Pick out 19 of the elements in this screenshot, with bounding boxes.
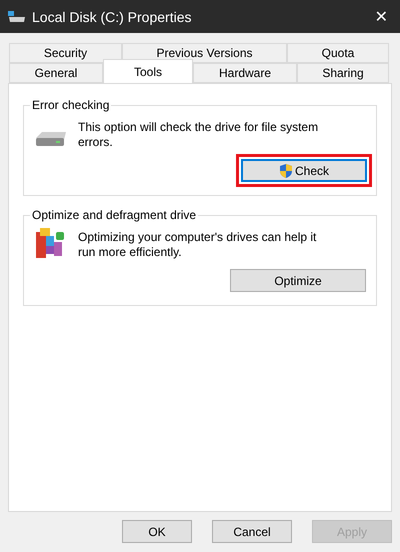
tab[interactable]: Quota: [287, 43, 389, 63]
dialog-button[interactable]: OK: [122, 520, 192, 543]
close-button[interactable]: ✕: [370, 7, 392, 26]
tab[interactable]: Sharing: [297, 63, 389, 83]
dialog-button[interactable]: Cancel: [212, 520, 292, 543]
window-title: Local Disk (C:) Properties: [32, 8, 192, 24]
tab[interactable]: Tools: [103, 59, 193, 83]
action-button[interactable]: Optimize: [230, 269, 366, 292]
description-text: This option will check the drive for file system errors.: [78, 120, 320, 150]
group-title: Optimize and defragment drive: [31, 208, 198, 222]
tab[interactable]: Security: [9, 43, 122, 63]
shield-icon: [278, 162, 293, 178]
tab[interactable]: General: [9, 63, 103, 83]
group-title: Error checking: [31, 98, 110, 112]
tab[interactable]: Hardware: [193, 63, 297, 83]
action-button[interactable]: Check: [241, 159, 367, 182]
tab[interactable]: Previous Versions: [122, 43, 287, 63]
description-text: Optimizing your computer's drives can help it run more efficiently.: [78, 230, 318, 260]
drive-icon: [8, 10, 26, 22]
